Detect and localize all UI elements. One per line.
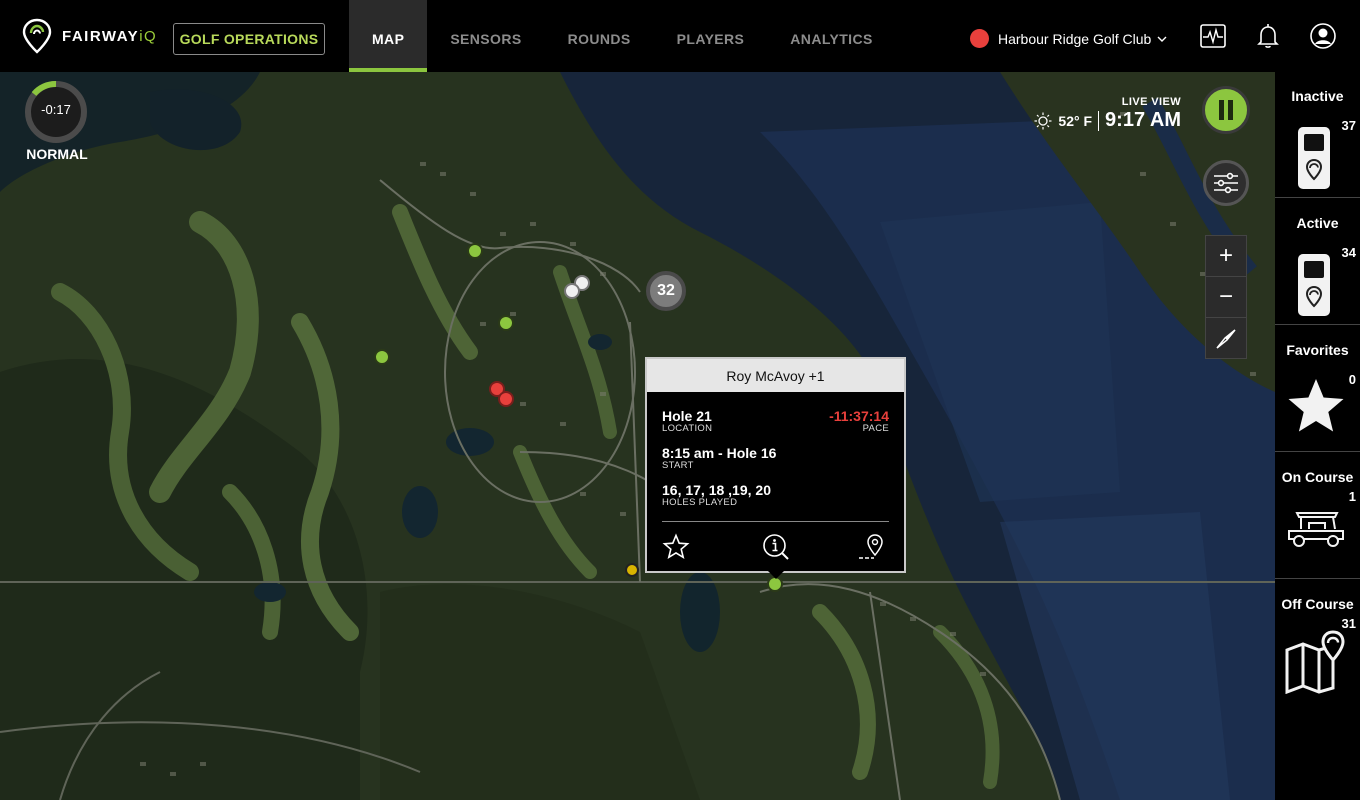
sidebar-item-count: 37 (1341, 118, 1356, 133)
bell-icon[interactable] (1254, 22, 1282, 50)
player-cluster[interactable]: 32 (646, 271, 686, 311)
sidebar-item-count: 34 (1341, 245, 1356, 260)
player-marker[interactable] (467, 243, 483, 259)
sidebar-item-inactive[interactable]: Inactive 37 (1275, 72, 1360, 198)
sun-icon (1034, 112, 1052, 129)
zoom-controls: + − (1205, 235, 1247, 359)
player-marker-alert[interactable] (498, 391, 514, 407)
sidebar-item-count: 1 (1348, 489, 1356, 504)
map-pin-icon (1285, 630, 1345, 694)
compass-icon (1216, 328, 1236, 349)
player-marker[interactable] (374, 349, 390, 365)
divider (1098, 110, 1100, 131)
sidebar-item-label: Favorites (1286, 342, 1349, 358)
location-pin-icon[interactable] (859, 533, 887, 561)
map-satellite-background (0, 72, 1275, 800)
holes-played-label: HOLES PLAYED (662, 497, 738, 508)
sidebar-item-active[interactable]: Active 34 (1275, 199, 1360, 325)
logo-text: FAIRWAYiQ (62, 27, 158, 45)
filter-button[interactable] (1203, 160, 1249, 206)
star-icon (1288, 379, 1344, 432)
player-marker[interactable] (564, 283, 580, 299)
sliders-icon (1214, 172, 1238, 194)
tab-analytics[interactable]: ANALYTICS (767, 0, 895, 72)
start-label: START (662, 460, 694, 471)
sidebar-item-count: 31 (1341, 616, 1356, 631)
pause-bar (1228, 100, 1233, 120)
logo-pin-icon (22, 18, 52, 54)
user-icon[interactable] (1309, 22, 1337, 50)
start-value: 8:15 am - Hole 16 (662, 445, 777, 461)
current-time: 9:17 AM (1105, 109, 1181, 131)
tab-players[interactable]: PLAYERS (654, 0, 768, 72)
zoom-in-button[interactable]: + (1206, 236, 1246, 277)
sidebar-item-count: 0 (1348, 372, 1356, 387)
pace-status-label: NORMAL (26, 146, 88, 162)
pace-timer-value: -0:17 (41, 102, 71, 117)
holes-played-value: 16, 17, 18 ,19, 20 (662, 482, 771, 498)
pause-bar (1219, 100, 1224, 120)
device-icon (1298, 127, 1330, 189)
popup-pointer (768, 571, 784, 579)
sidebar-item-label: Off Course (1281, 596, 1354, 612)
tab-map[interactable]: MAP (349, 0, 428, 72)
satellite-map[interactable]: -0:17 NORMAL LIVE VIEW 52° F 9:17 AM + − (0, 72, 1275, 800)
golf-cart-icon (1288, 512, 1344, 547)
popup-title: Roy McAvoy +1 (647, 359, 904, 392)
clubhouse-marker[interactable] (625, 563, 639, 577)
sidebar-item-favorites[interactable]: Favorites 0 (1275, 326, 1360, 452)
star-icon[interactable] (662, 533, 690, 561)
chevron-down-icon (1157, 36, 1167, 42)
club-selector[interactable]: Harbour Ridge Golf Club (970, 29, 1167, 48)
player-marker[interactable] (498, 315, 514, 331)
device-status-sidebar: Inactive 37 Active 34 Favorites 0 On Cou… (1275, 72, 1360, 800)
compass-button[interactable] (1206, 318, 1246, 359)
temperature: 52° F (1058, 112, 1093, 129)
pace-value: -11:37:14 (829, 408, 889, 424)
club-name: Harbour Ridge Golf Club (998, 30, 1152, 47)
info-icon[interactable] (762, 533, 790, 561)
pause-button[interactable] (1202, 86, 1250, 134)
device-icon (1298, 254, 1330, 316)
zoom-out-button[interactable]: − (1206, 277, 1246, 318)
pace-label: PACE (862, 423, 889, 434)
popup-divider (662, 521, 889, 522)
tab-sensors[interactable]: SENSORS (427, 0, 544, 72)
sidebar-item-label: Inactive (1291, 88, 1344, 104)
top-navigation-bar: FAIRWAYiQ GOLF OPERATIONS MAP SENSORS RO… (0, 0, 1360, 72)
pulse-icon[interactable] (1199, 22, 1227, 50)
player-popup: Roy McAvoy +1 Hole 21 LOCATION -11:37:14… (645, 357, 906, 579)
sidebar-item-label: On Course (1281, 469, 1354, 485)
main-tabs: MAP SENSORS ROUNDS PLAYERS ANALYTICS (349, 0, 896, 72)
fairwayiq-logo[interactable]: FAIRWAYiQ (22, 18, 157, 54)
sidebar-item-on-course[interactable]: On Course 1 (1275, 453, 1360, 579)
club-status-dot (970, 29, 989, 48)
live-view-clock: LIVE VIEW 52° F 9:17 AM (1034, 96, 1181, 132)
sidebar-item-label: Active (1296, 215, 1339, 231)
tab-rounds[interactable]: ROUNDS (545, 0, 654, 72)
sidebar-item-off-course[interactable]: Off Course 31 (1275, 580, 1360, 706)
golf-operations-button[interactable]: GOLF OPERATIONS (173, 23, 325, 55)
live-view-title: LIVE VIEW (1121, 96, 1181, 108)
